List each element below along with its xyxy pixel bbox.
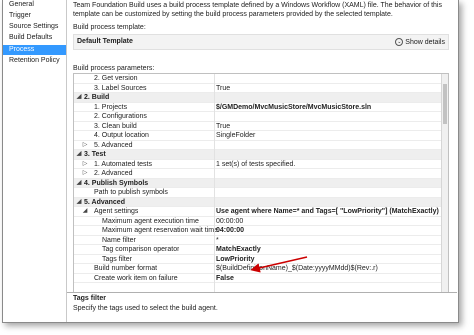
param-name: 3. Test <box>84 151 106 158</box>
param-name: 4. Publish Symbols <box>84 179 149 187</box>
param-row[interactable]: 3. Label Sources True <box>74 84 448 94</box>
vertical-scrollbar[interactable] <box>441 74 448 292</box>
param-value[interactable]: True <box>216 84 230 94</box>
param-row[interactable]: 2. Configurations <box>74 112 448 122</box>
param-name: Maximum agent reservation wait time <box>102 227 218 234</box>
sidebar-item-trigger[interactable]: Trigger <box>3 11 66 21</box>
annotation-arrow <box>250 256 308 273</box>
param-name: Name filter <box>102 236 136 244</box>
sidebar-nav: General Trigger Source Settings Build De… <box>3 0 67 322</box>
param-name: 3. Label Sources <box>94 84 147 92</box>
param-value[interactable]: 04:00:00 <box>216 226 244 236</box>
param-value[interactable]: Use agent where Name=* and Tags=[ "LowPr… <box>216 207 439 217</box>
show-details-label: Show details <box>405 38 445 46</box>
param-value[interactable]: 1 set(s) of tests specified. <box>216 160 295 170</box>
param-value[interactable]: MatchExactly <box>216 245 261 255</box>
param-name: 2. Build <box>84 94 110 101</box>
param-name: 5. Advanced <box>94 141 133 149</box>
show-details-button[interactable]: ⌄ Show details <box>395 38 445 46</box>
param-name: 2. Configurations <box>94 113 147 120</box>
template-label: Build process template: <box>73 24 146 31</box>
param-row[interactable]: Maximum agent reservation wait time 04:00… <box>74 226 448 236</box>
expander-icon[interactable]: ◢ <box>76 93 82 103</box>
param-row[interactable]: 2. Get version <box>74 74 448 84</box>
param-row[interactable]: Tag comparison operator MatchExactly <box>74 245 448 255</box>
param-row[interactable]: 1. Projects $/GMDemo/MvcMusicStore/MvcMus… <box>74 103 448 113</box>
param-name: Tags filter <box>102 255 132 263</box>
category-row[interactable]: ◢ 4. Publish Symbols <box>74 178 448 189</box>
column-divider[interactable] <box>214 74 215 292</box>
param-name: 2. Advanced <box>94 170 133 177</box>
param-row[interactable]: Maximum agent execution time 00:00:00 <box>74 217 448 227</box>
param-name: 4. Output location <box>94 132 149 139</box>
help-divider[interactable] <box>67 292 457 293</box>
sidebar-item-retention-policy[interactable]: Retention Policy <box>3 56 66 66</box>
expander-icon[interactable]: ▷ <box>82 160 88 170</box>
expander-icon[interactable]: ◢ <box>82 207 88 217</box>
category-row[interactable]: ◢ 3. Test <box>74 150 448 160</box>
sidebar-item-source-settings[interactable]: Source Settings <box>3 22 66 32</box>
category-row[interactable]: ◢ 2. Build <box>74 93 448 103</box>
param-name: Path to publish symbols <box>94 189 168 196</box>
sidebar-item-process[interactable]: Process <box>3 45 66 55</box>
param-value[interactable]: SingleFolder <box>216 131 255 141</box>
template-name: Default Template <box>77 38 133 45</box>
param-row[interactable]: ▷ 2. Advanced <box>74 169 448 179</box>
param-name: 1. Automated tests <box>94 160 152 168</box>
param-row[interactable]: Path to publish symbols <box>74 188 448 198</box>
sidebar-item-build-defaults[interactable]: Build Defaults <box>3 33 66 43</box>
param-row[interactable]: ▷ 5. Advanced <box>74 141 448 151</box>
param-name: 1. Projects <box>94 103 128 111</box>
expander-icon[interactable]: ▷ <box>82 141 88 151</box>
param-row[interactable]: ▷ 1. Automated tests 1 set(s) of tests spe… <box>74 160 448 170</box>
category-row[interactable]: ◢ 5. Advanced <box>74 197 448 208</box>
param-name: Create work item on failure <box>94 274 178 282</box>
param-value[interactable]: 00:00:00 <box>216 217 243 227</box>
param-row[interactable]: 4. Output location SingleFolder <box>74 131 448 141</box>
expander-icon[interactable]: ▷ <box>82 169 88 179</box>
param-name: 5. Advanced <box>84 198 125 206</box>
param-name: Tag comparison operator <box>102 246 180 253</box>
chevron-down-icon: ⌄ <box>395 38 404 46</box>
expander-icon[interactable]: ◢ <box>76 198 82 208</box>
param-name: Build number format <box>94 265 158 272</box>
param-name: 2. Get version <box>94 75 138 82</box>
param-value[interactable]: * <box>216 236 219 246</box>
param-row[interactable]: Name filter * <box>74 236 448 246</box>
param-name: 3. Clean build <box>94 122 137 130</box>
scrollbar-thumb[interactable] <box>443 84 447 124</box>
expander-icon[interactable]: ◢ <box>76 179 82 189</box>
param-row[interactable]: 3. Clean build True <box>74 122 448 132</box>
help-title: Tags filter <box>73 295 106 302</box>
param-value[interactable]: $/GMDemo/MvcMusicStore/MvcMusicStore.sln <box>216 103 371 113</box>
param-value[interactable]: True <box>216 122 230 132</box>
process-description: Team Foundation Build uses a build proce… <box>73 2 442 18</box>
template-selector[interactable]: Default Template ⌄ Show details <box>73 34 449 50</box>
param-name: Agent settings <box>94 208 139 215</box>
param-value[interactable]: False <box>216 274 234 284</box>
sidebar-item-general[interactable]: General <box>3 0 66 10</box>
build-definition-window: General Trigger Source Settings Build De… <box>2 0 459 323</box>
help-text: Specify the tags used to select the buil… <box>73 305 218 312</box>
expander-icon[interactable]: ◢ <box>76 150 82 160</box>
param-row[interactable]: ◢ Agent settings Use agent where Name=* an… <box>74 207 448 217</box>
param-name: Maximum agent execution time <box>102 217 199 225</box>
params-label: Build process parameters: <box>73 65 155 72</box>
